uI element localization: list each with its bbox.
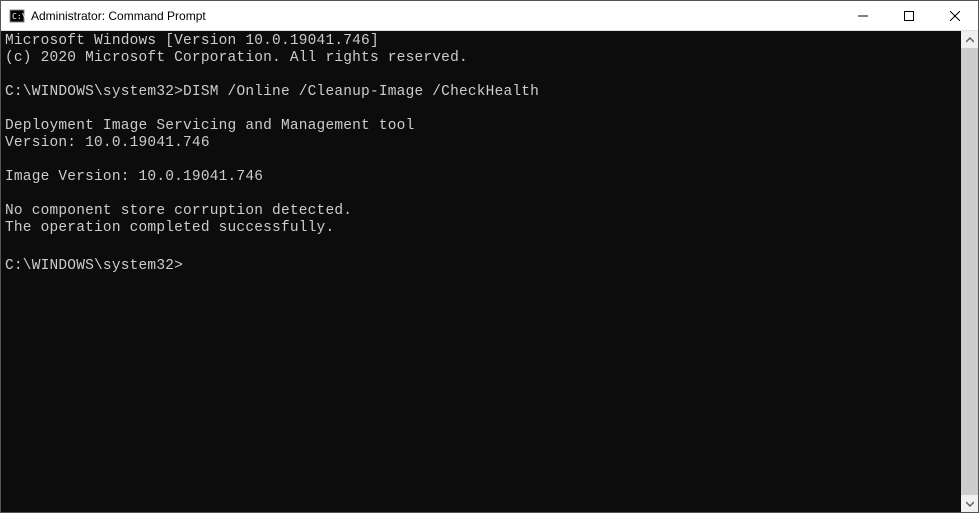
command-prompt-window: C:\ Administrator: Command Prompt	[0, 0, 979, 513]
output-line: Image Version: 10.0.19041.746	[5, 169, 263, 185]
minimize-button[interactable]	[840, 1, 886, 30]
output-line: (c) 2020 Microsoft Corporation. All righ…	[5, 50, 468, 66]
minimize-icon	[858, 11, 868, 21]
command-text: DISM /Online /Cleanup-Image /CheckHealth	[183, 84, 539, 100]
scrollbar-thumb[interactable]	[961, 48, 978, 495]
client-area: Microsoft Windows [Version 10.0.19041.74…	[1, 31, 978, 512]
output-line: Deployment Image Servicing and Managemen…	[5, 118, 414, 134]
chevron-down-icon	[966, 500, 974, 508]
titlebar[interactable]: C:\ Administrator: Command Prompt	[1, 1, 978, 31]
close-icon	[950, 11, 960, 21]
svg-text:C:\: C:\	[12, 12, 25, 21]
cursor	[183, 254, 191, 269]
window-title: Administrator: Command Prompt	[31, 9, 840, 23]
chevron-up-icon	[966, 36, 974, 44]
window-controls	[840, 1, 978, 30]
output-line: Version: 10.0.19041.746	[5, 135, 210, 151]
output-line: No component store corruption detected.	[5, 203, 352, 219]
prompt-path: C:\WINDOWS\system32>	[5, 258, 183, 274]
vertical-scrollbar[interactable]	[961, 31, 978, 512]
output-line: Microsoft Windows [Version 10.0.19041.74…	[5, 33, 379, 49]
prompt-path: C:\WINDOWS\system32>	[5, 84, 183, 100]
maximize-button[interactable]	[886, 1, 932, 30]
cmd-icon: C:\	[9, 8, 25, 24]
close-button[interactable]	[932, 1, 978, 30]
scroll-down-button[interactable]	[961, 495, 978, 512]
scrollbar-track[interactable]	[961, 48, 978, 495]
maximize-icon	[904, 11, 914, 21]
output-line: The operation completed successfully.	[5, 220, 334, 236]
scroll-up-button[interactable]	[961, 31, 978, 48]
terminal-output[interactable]: Microsoft Windows [Version 10.0.19041.74…	[1, 31, 961, 512]
